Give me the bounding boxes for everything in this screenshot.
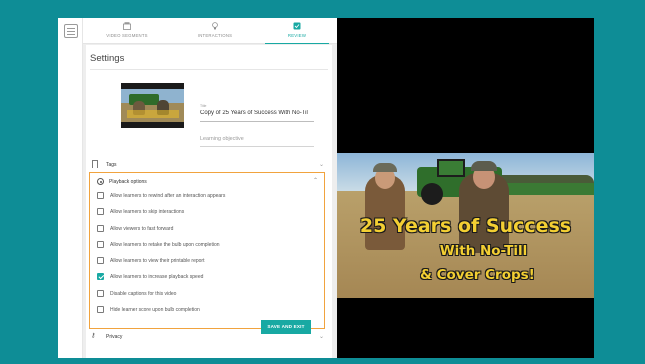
video-segments-icon (123, 22, 131, 30)
playback-options-label: Playback options (109, 179, 147, 185)
video-planter (502, 183, 594, 195)
title-field[interactable]: Copy of 25 Years of Success With No-Til (200, 110, 314, 116)
tab-review[interactable]: REVIEW (261, 18, 333, 44)
checkbox[interactable] (97, 290, 104, 297)
option-label: Disable captions for this video (110, 290, 177, 297)
option-disable-captions[interactable]: Disable captions for this video (97, 289, 322, 299)
video-title-line-1: 25 Years of Success (359, 215, 572, 237)
option-label: Allow learners to skip interactions (110, 208, 185, 215)
thumbnail-caption (127, 110, 179, 118)
video-title-line-3: & Cover Crops! (420, 267, 535, 283)
video-person-cap (373, 163, 397, 172)
tab-interactions-label: INTERACTIONS (197, 33, 233, 38)
chevron-up-icon: ⌃ (312, 178, 318, 184)
playback-options-section: Playback options ⌃ Allow learners to rew… (89, 172, 325, 329)
option-skip-interactions[interactable]: Allow learners to skip interactions (97, 207, 322, 217)
checkbox[interactable] (97, 192, 104, 199)
tab-video-segments-label: VIDEO SEGMENTS (106, 33, 148, 38)
option-label: Allow learners to increase playback spee… (110, 273, 204, 280)
option-hide-score[interactable]: Hide learner score upon bulb completion (97, 305, 322, 315)
checkbox[interactable] (97, 306, 104, 313)
checkbox[interactable] (97, 225, 104, 232)
option-label: Allow learners to retake the bulb upon c… (110, 241, 220, 248)
check-square-icon (293, 22, 301, 30)
key-icon: ⚷ (91, 333, 96, 339)
option-playback-speed[interactable]: Allow learners to increase playback spee… (97, 272, 322, 282)
video-thumbnail[interactable] (121, 83, 184, 128)
video-player[interactable]: 25 Years of Success With No-Till & Cover… (337, 18, 594, 358)
editor-pane: VIDEO SEGMENTS INTERACTIONS REVIEW Setti… (83, 18, 337, 358)
title-label: Title (200, 104, 207, 108)
learning-objective-field[interactable]: Learning objective (200, 136, 244, 142)
playback-options-header[interactable]: Playback options ⌃ (90, 173, 324, 189)
tags-section[interactable]: Tags ⌄ (90, 159, 328, 171)
option-label: Allow learners to rewind after an intera… (110, 192, 226, 199)
checkbox-checked[interactable] (97, 273, 104, 280)
tags-label: Tags (106, 162, 117, 168)
app-window: VIDEO SEGMENTS INTERACTIONS REVIEW Setti… (58, 18, 594, 358)
tab-interactions[interactable]: INTERACTIONS (175, 18, 255, 44)
option-printable-report[interactable]: Allow learners to view their printable r… (97, 256, 322, 266)
privacy-label: Privacy (106, 334, 123, 340)
option-label: Hide learner score upon bulb completion (110, 306, 200, 313)
title-underline (200, 121, 314, 122)
option-fast-forward[interactable]: Allow viewers to fast forward (97, 224, 322, 234)
option-label: Allow learners to view their printable r… (110, 257, 205, 264)
settings-heading: Settings (90, 53, 125, 64)
video-frame: 25 Years of Success With No-Till & Cover… (337, 153, 594, 298)
tab-video-segments[interactable]: VIDEO SEGMENTS (87, 18, 167, 44)
objective-underline (200, 146, 314, 147)
playback-icon (97, 178, 104, 185)
tab-review-label: REVIEW (287, 33, 307, 38)
checkbox[interactable] (97, 257, 104, 264)
settings-panel: Settings Title Copy of 25 Years of Succe… (86, 45, 332, 358)
bookmark-icon (92, 160, 98, 168)
option-retake-bulb[interactable]: Allow learners to retake the bulb upon c… (97, 240, 322, 250)
checkbox[interactable] (97, 241, 104, 248)
divider (90, 69, 328, 70)
video-wheel (421, 183, 443, 205)
checkbox[interactable] (97, 208, 104, 215)
video-tractor-cab (437, 159, 465, 177)
video-title-line-2: With No-Till (439, 243, 528, 259)
option-rewind[interactable]: Allow learners to rewind after an intera… (97, 191, 322, 201)
menu-icon[interactable] (64, 24, 78, 38)
left-rail (58, 18, 83, 358)
chevron-down-icon: ⌄ (318, 162, 324, 168)
tab-bar: VIDEO SEGMENTS INTERACTIONS REVIEW (83, 18, 337, 44)
video-person-cap (471, 161, 497, 171)
lightbulb-icon (212, 22, 218, 30)
option-label: Allow viewers to fast forward (110, 225, 174, 232)
save-and-exit-button[interactable]: SAVE AND EXIT (261, 320, 311, 334)
chevron-down-icon: ⌄ (318, 334, 324, 340)
